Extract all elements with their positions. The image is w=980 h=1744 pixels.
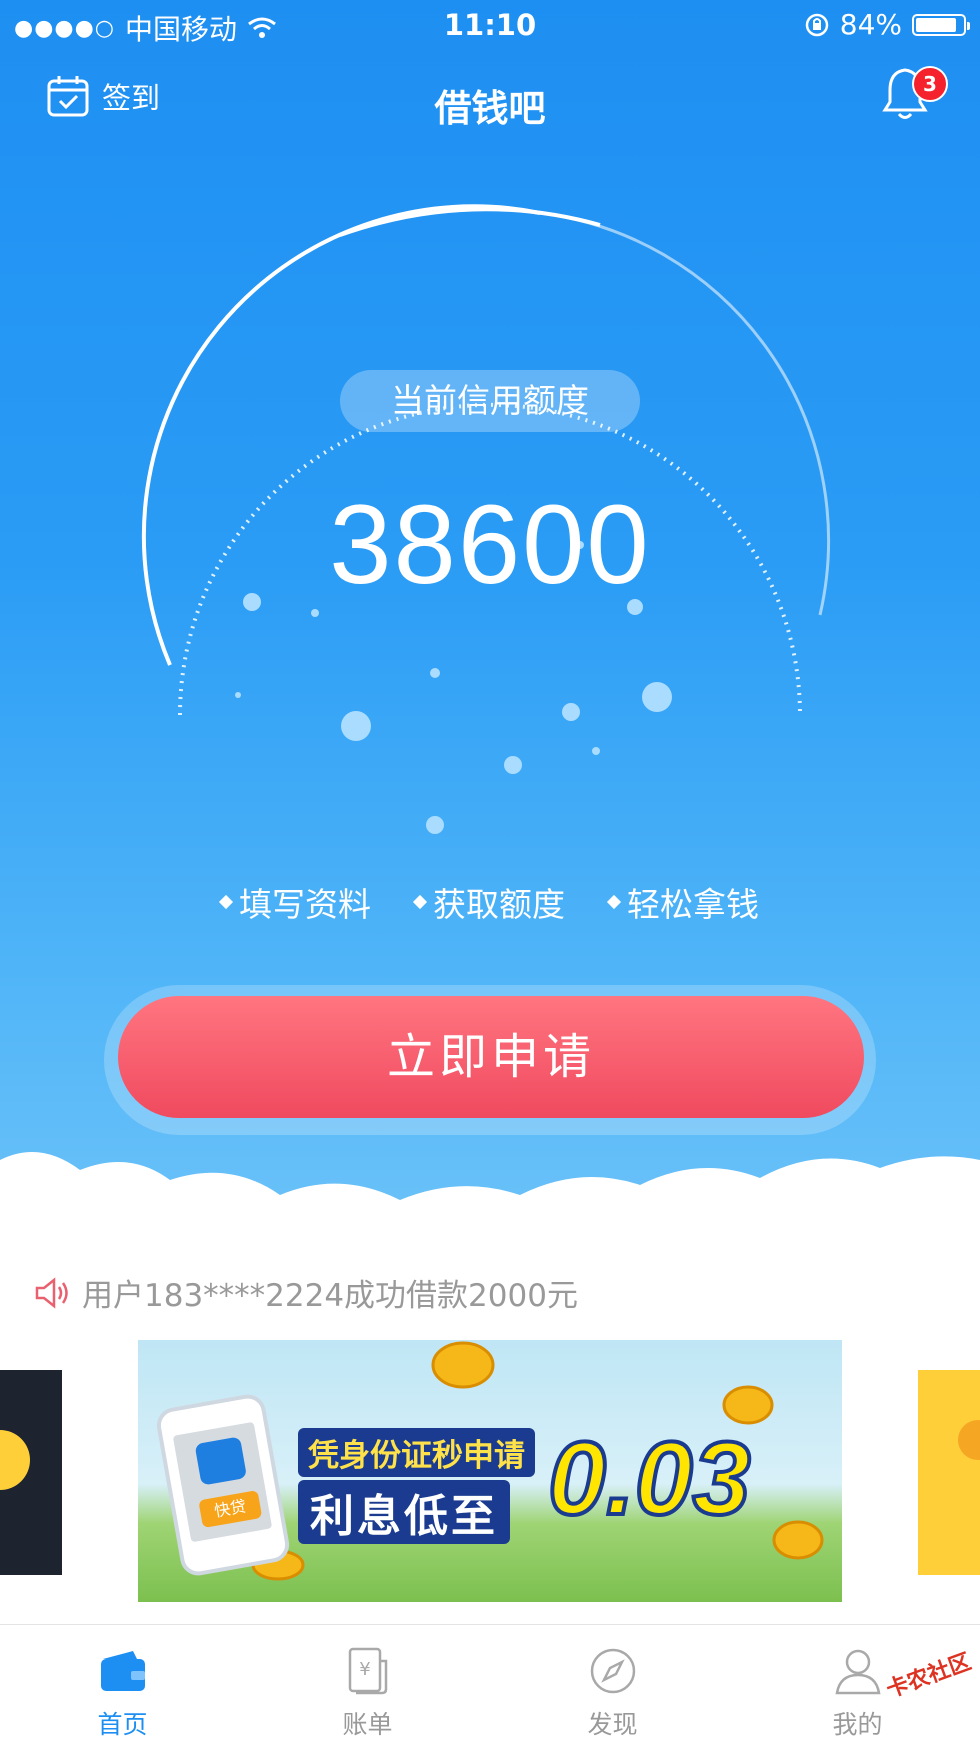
notification-badge: 3 (912, 66, 948, 102)
step-item: 填写资料 (218, 878, 371, 926)
diamond-icon (412, 894, 428, 910)
svg-text:¥: ¥ (359, 1659, 370, 1680)
phone-tag: 快贷 (198, 1490, 263, 1529)
banner-rate: 0.03 (546, 1419, 752, 1539)
credit-amount: 38600 (329, 482, 651, 607)
tab-label: 我的 (832, 1710, 883, 1739)
tab-label: 账单 (342, 1710, 393, 1739)
tab-discover[interactable]: 发现 (490, 1625, 735, 1744)
tab-bills[interactable]: ¥ 账单 (245, 1625, 490, 1744)
bill-icon: ¥ (348, 1647, 387, 1695)
credit-label: 当前信用额度 (340, 370, 640, 432)
rotation-lock-icon (805, 13, 829, 36)
compass-icon (590, 1648, 635, 1694)
tab-label: 发现 (587, 1710, 638, 1739)
hero-section: ●●●●○ 中国移动 11:10 84% 签到 借钱吧 3 当前信用额度 386… (0, 0, 980, 1260)
coin-icon (772, 1520, 824, 1560)
tab-home[interactable]: 首页 (0, 1625, 245, 1744)
steps-row: 填写资料 获取额度 轻松拿钱 (0, 878, 980, 926)
banner-headline: 凭身份证秒申请 (298, 1428, 535, 1477)
loan-notice: 用户183****2224成功借款2000元 (34, 1270, 578, 1315)
promo-banner[interactable]: 快贷 凭身份证秒申请 利息低至 0.03 (138, 1340, 842, 1602)
bubble-dot (426, 816, 444, 834)
battery-percent: 84% (839, 8, 902, 41)
banner-next-coin (958, 1420, 980, 1460)
banner-prev-peek[interactable] (0, 1370, 62, 1575)
step-item: 获取额度 (412, 878, 565, 926)
user-icon (835, 1649, 880, 1695)
page-title: 借钱吧 (434, 87, 546, 130)
diamond-icon (606, 894, 622, 910)
battery-icon (912, 13, 970, 36)
app-logo-icon (194, 1436, 248, 1486)
banner-prev-art (0, 1430, 30, 1490)
diamond-icon (218, 894, 234, 910)
wallet-icon (100, 1651, 145, 1691)
banner-subline: 利息低至 (298, 1480, 510, 1544)
status-bar: ●●●●○ 中国移动 11:10 84% (0, 0, 980, 50)
banner-next-peek[interactable] (918, 1370, 980, 1575)
apply-now-button[interactable]: 立即申请 (118, 996, 864, 1118)
step-item: 轻松拿钱 (606, 878, 759, 926)
phone-screen: 快贷 (172, 1421, 273, 1543)
notification-button[interactable]: 3 (880, 66, 948, 126)
coin-icon (431, 1341, 495, 1389)
nav-bar: 签到 借钱吧 3 (0, 60, 980, 140)
tab-bar: 首页 ¥ 账单 发现 我的 (0, 1624, 980, 1744)
speaker-icon (35, 1276, 68, 1309)
cloud-decoration (0, 1152, 980, 1260)
tab-label: 首页 (97, 1710, 148, 1739)
notice-text: 用户183****2224成功借款2000元 (82, 1278, 578, 1314)
phone-illustration: 快贷 (154, 1391, 292, 1579)
